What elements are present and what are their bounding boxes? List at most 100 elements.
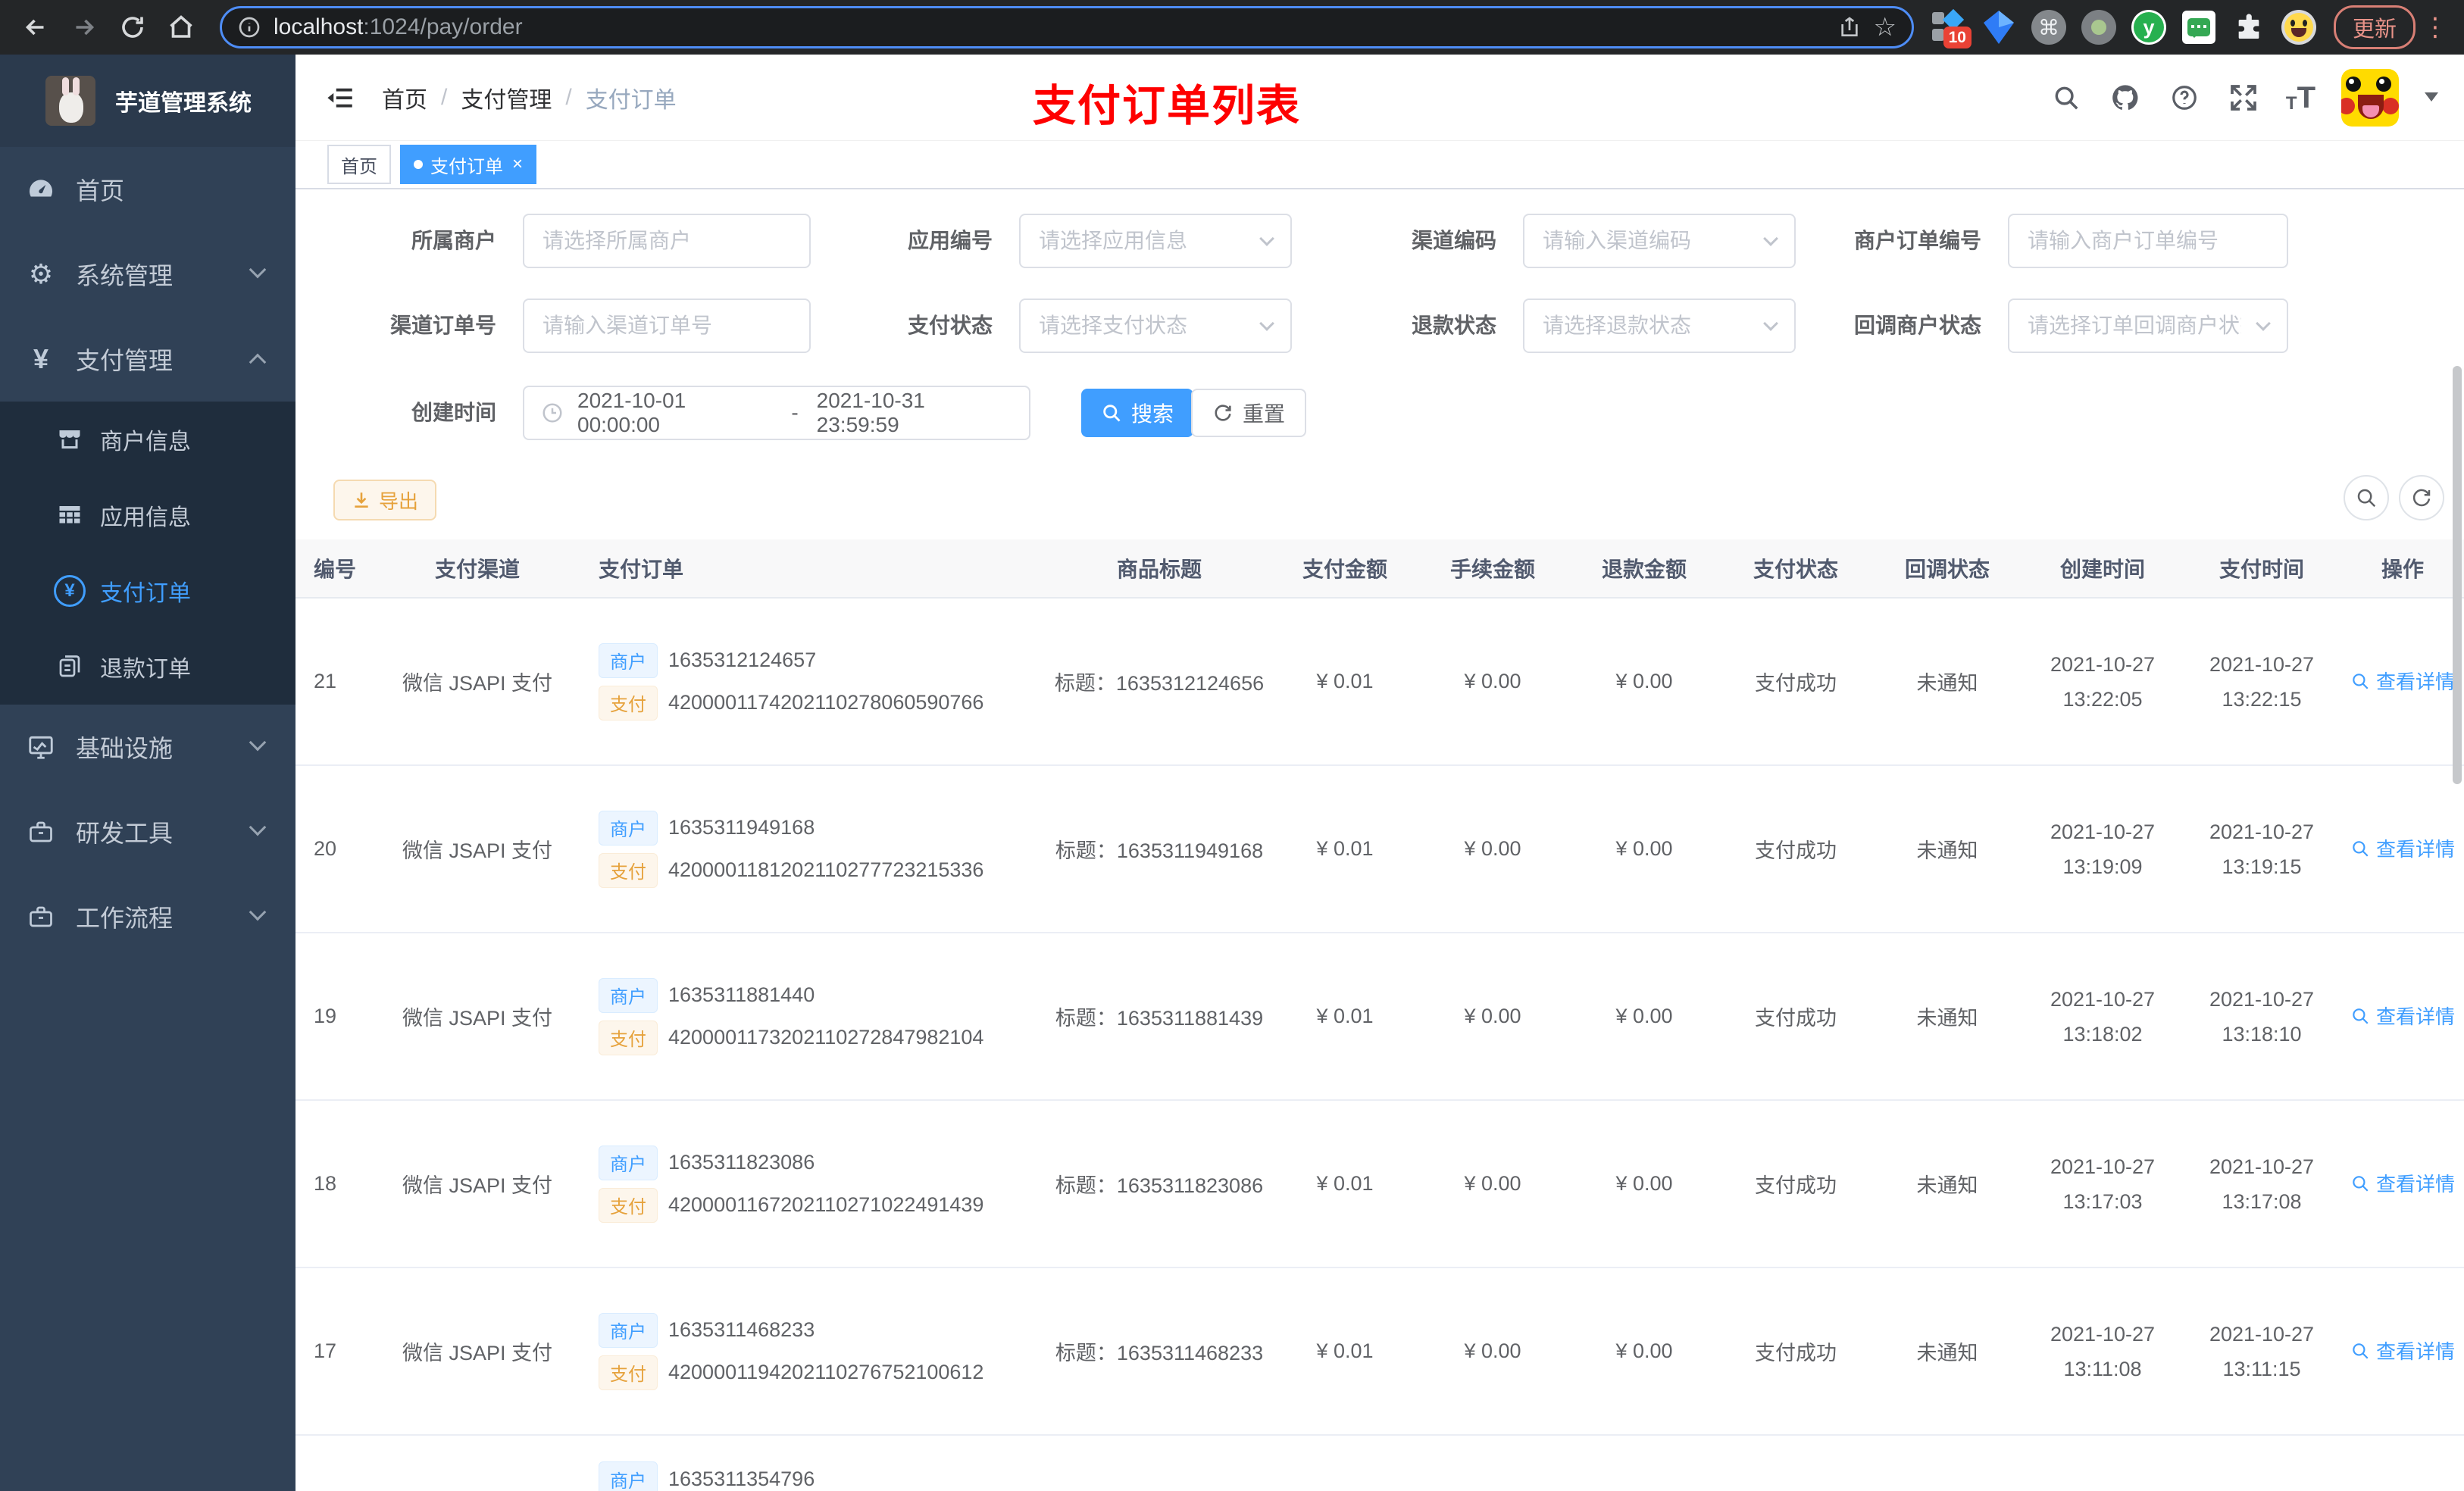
app-select[interactable] [1019,214,1292,268]
filter-label-channel-order-no: 渠道订单号 [389,314,496,337]
sidebar-item-label: 支付管理 [76,347,174,374]
merchant-tag: 商户 [599,1145,658,1180]
sidebar-item-refund-order[interactable]: 退款订单 [0,629,295,705]
view-detail-link[interactable]: 查看详情 [2350,1169,2455,1197]
merchant-order-no: 1635311949168 [668,816,815,839]
extension-icon-y[interactable]: y [2131,9,2167,45]
font-size-icon[interactable]: TT [2286,83,2315,113]
merchant-order-no: 1635311823086 [668,1151,815,1174]
main-content: 所属商户 应用编号 渠道编码 商户订单编号 渠道订单号 支付状态 退款状态 回调… [295,189,2464,1491]
pay-time: 2021-10-27 13:19:15 [2209,820,2315,878]
browser-update-button[interactable]: 更新 [2333,5,2416,49]
fullscreen-icon[interactable] [2227,81,2260,114]
extension-icon-emoji[interactable] [2281,9,2317,45]
github-icon[interactable] [2109,81,2142,114]
table-row: 17 微信 JSAPI 支付 商户 1635311468233 支付 42000… [295,1268,2464,1436]
sidebar-item-label: 工作流程 [76,905,174,932]
sidebar-item-infra[interactable]: 基础设施 [0,705,295,789]
view-detail-link[interactable]: 查看详情 [2350,834,2455,862]
chevron-up-icon [249,353,267,371]
extension-icon-command[interactable]: ⌘ [2031,9,2067,45]
refresh-table-button[interactable] [2399,475,2444,520]
date-end: 2021-10-31 23:59:59 [816,389,925,436]
pay-status-select[interactable] [1019,299,1292,353]
extension-icon-recorder[interactable] [2081,9,2117,45]
extension-icon-chat[interactable] [2181,9,2217,45]
pay-time: 2021-10-27 13:22:15 [2209,652,2315,711]
document-icon [53,653,86,680]
browser-home-icon[interactable] [159,5,203,49]
reset-button[interactable]: 重置 [1191,389,1307,437]
address-bar[interactable]: localhost:1024/pay/order ☆ [220,6,1914,48]
product-title: 标题：1635311823086 [1055,1174,1264,1197]
refund-amount: ¥ 0.00 [1615,837,1673,860]
refund-amount: ¥ 0.00 [1615,670,1673,692]
merchant-select[interactable] [523,214,811,268]
sidebar-item-label: 商户信息 [100,430,191,455]
notify-status: 未通知 [1916,672,1978,695]
order-id: 20 [314,837,337,860]
sidebar-item-merchant-info[interactable]: 商户信息 [0,402,295,477]
browser-menu-icon[interactable]: ⋮ [2420,12,2450,42]
callback-status-select[interactable] [2008,299,2288,353]
sidebar-item-devtools[interactable]: 研发工具 [0,789,295,874]
pay-tag: 支付 [599,852,658,888]
breadcrumb-pay[interactable]: 支付管理 [461,81,552,114]
sidebar-item-pay[interactable]: ¥ 支付管理 [0,317,295,402]
user-menu-caret-icon[interactable] [2425,92,2438,108]
app-logo[interactable]: 芋道管理系统 [0,55,295,147]
extension-puzzle-icon[interactable] [2231,9,2267,45]
shop-icon [53,426,86,453]
browser-back-icon[interactable] [14,5,58,49]
chevron-down-icon [249,261,267,279]
create-time-range-picker[interactable]: 2021-10-01 00:00:00 - 2021-10-31 23:59:5… [523,386,1030,440]
channel-order-no: 4200001181202110277723215336 [668,858,984,881]
search-button[interactable]: 搜索 [1081,389,1194,437]
pay-channel: 微信 JSAPI 支付 [402,1007,553,1030]
header-search-icon[interactable] [2050,81,2083,114]
tab-pay-order[interactable]: 支付订单 × [400,145,537,184]
merchant-order-no-input[interactable] [2008,214,2288,268]
bookmark-star-icon[interactable]: ☆ [1874,14,1896,40]
view-detail-link[interactable]: 查看详情 [2350,1336,2455,1364]
browser-forward-icon[interactable] [62,5,106,49]
fee-amount: ¥ 0.00 [1464,670,1521,692]
pay-tag: 支付 [599,685,658,720]
export-button[interactable]: 导出 [333,480,437,520]
tab-home[interactable]: 首页 [327,145,391,184]
tab-close-icon[interactable]: × [512,155,523,173]
pay-time: 2021-10-27 13:18:10 [2209,987,2315,1046]
help-icon[interactable] [2168,81,2201,114]
toggle-search-button[interactable] [2344,475,2389,520]
sidebar-fold-icon[interactable] [324,82,356,114]
view-detail-link[interactable]: 查看详情 [2350,667,2455,695]
sidebar-item-pay-order[interactable]: ¥ 支付订单 [0,553,295,629]
sidebar-item-workflow[interactable]: 工作流程 [0,874,295,959]
refund-status-select[interactable] [1523,299,1796,353]
notify-status: 未通知 [1916,1007,1978,1030]
pay-order-cell: 商户 1635312124657 支付 42000011742021102780… [576,636,1046,728]
breadcrumb-home[interactable]: 首页 [382,81,427,114]
view-detail-link[interactable]: 查看详情 [2350,1002,2455,1030]
channel-order-no-input[interactable] [523,299,811,353]
sidebar-item-system[interactable]: ⚙ 系统管理 [0,232,295,317]
sidebar-item-app-info[interactable]: 应用信息 [0,477,295,553]
filter-label-pay-status: 支付状态 [907,314,993,337]
pay-channel: 微信 JSAPI 支付 [402,1174,553,1197]
sidebar-item-label: 基础设施 [76,735,174,762]
order-id: 18 [314,1172,337,1195]
pay-tag: 支付 [599,1355,658,1390]
yen-icon: ¥ [33,343,49,374]
extension-icon-kite[interactable] [1981,9,2017,45]
share-icon[interactable] [1837,15,1862,39]
extension-icon-manager[interactable]: 10 [1931,8,1972,48]
browser-reload-icon[interactable] [111,5,155,49]
monitor-icon [24,733,58,761]
sidebar-item-label: 退款订单 [100,657,191,682]
channel-code-select[interactable] [1523,214,1796,268]
page-info-icon[interactable] [237,15,261,39]
user-avatar[interactable] [2341,68,2399,127]
sidebar-item-home[interactable]: 首页 [0,147,295,232]
order-id: 17 [314,1339,337,1362]
page-scrollbar[interactable] [2453,366,2462,784]
